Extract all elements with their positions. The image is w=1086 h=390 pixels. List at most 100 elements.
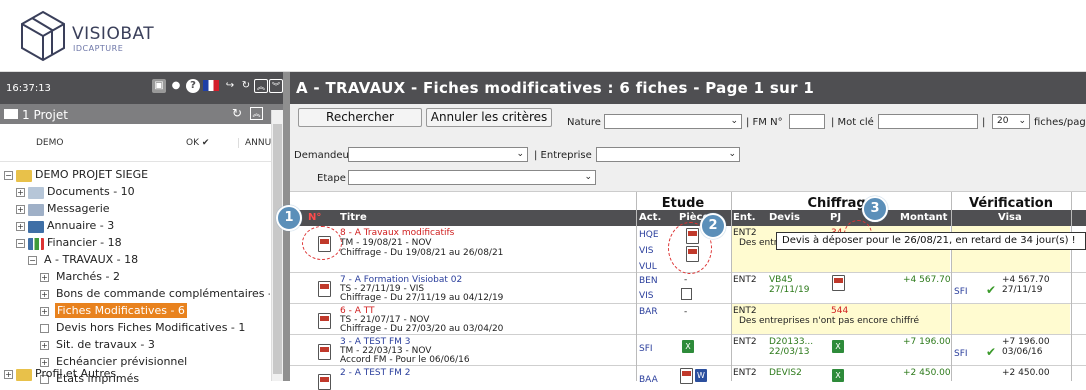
project-count-label: 1 Projet [22,108,68,122]
tooltip: Devis à déposer pour le 26/08/21, en ret… [776,232,1086,250]
per-page-select[interactable]: 20 ⌄ [992,114,1030,129]
scrollbar-thumb[interactable] [273,124,282,374]
sidebar-toolbar: 16:37:13 ▣ ● ? ↪ ↻ ︽ ︾ [0,72,283,104]
pdf-file-icon[interactable] [318,344,331,360]
collapse-up-icon[interactable]: ︽ [250,107,263,120]
tree-item-demo-projet-siege[interactable]: − DEMO PROJET SIEGE [0,167,270,184]
project-bar[interactable]: 1 Projet ↻ ︽ [0,104,283,124]
user-icon[interactable]: ● [169,79,183,93]
pdf-file-icon[interactable] [318,374,331,390]
step-label: Etape [317,173,346,184]
help-icon[interactable]: ? [186,79,200,93]
row-montant: +4 567.70 [903,275,951,285]
tree-item-profil-et-autres[interactable]: + Profil et Autres [0,366,270,383]
col-visa[interactable]: Visa [998,212,1022,223]
row-title[interactable]: 8 - A Travaux modificatifs [340,228,454,238]
visa-user: SFI [954,349,968,359]
fm-number-input[interactable] [789,114,825,129]
tree-item-a-travaux[interactable]: − A - TRAVAUX - 18 [0,252,270,269]
chevron-down-icon: ⌄ [1018,116,1026,126]
tree-item-messagerie[interactable]: + Messagerie [0,201,270,218]
collapse-icon[interactable]: − [4,171,13,180]
keyword-input[interactable] [878,114,978,129]
tree-item-financier[interactable]: − Financier - 18 [0,235,270,252]
folder-icon [28,187,44,199]
step-select[interactable]: ⌄ [348,170,596,185]
brand-subtitle: IDCAPTURE [73,44,124,53]
expand-icon[interactable]: + [40,273,49,282]
sidebar-scrollbar[interactable] [271,110,283,381]
search-button[interactable]: Rechercher [298,108,422,127]
expand-icon[interactable]: + [16,205,25,214]
col-montant[interactable]: Montant [900,212,947,223]
refresh-icon[interactable]: ↻ [239,79,253,93]
row-devis[interactable]: DEVIS2 [769,368,802,378]
tree-label: Annuaire - 3 [47,219,115,232]
project-select[interactable]: DEMO [36,138,63,148]
excel-file-icon[interactable]: X [682,340,694,353]
company-select[interactable]: ⌄ [596,147,740,162]
pdf-file-icon[interactable] [832,275,845,291]
tree-item-devis-hors-fm[interactable]: Devis hors Fiches Modificatives - 1 [0,320,270,337]
col-titre[interactable]: Titre [340,212,367,223]
expand-icon[interactable]: + [40,341,49,350]
col-ent[interactable]: Ent. [733,212,756,223]
visa-amount: +7 196.00 [1002,337,1050,347]
table-row[interactable]: 3 - A TEST FM 3 TM - 22/03/13 - NOV Acco… [290,335,1086,366]
nature-select[interactable]: ⌄ [604,114,742,129]
col-devis[interactable]: Devis [769,212,800,223]
logo-bar: VISIOBAT IDCAPTURE [0,0,1086,72]
table-row[interactable]: 6 - A TT TS - 21/07/17 - NOV Chiffrage -… [290,304,1086,335]
photo-icon[interactable]: ▣ [152,79,166,93]
row-devis[interactable]: D20133... [769,337,813,347]
col-pj[interactable]: PJ [830,212,841,223]
visa-amount: +4 567.70 [1002,275,1050,285]
col-no[interactable]: N° [308,212,321,223]
expand-icon[interactable]: + [40,290,49,299]
row-title[interactable]: 2 - A TEST FM 2 [340,368,411,378]
french-flag-icon[interactable] [203,80,219,91]
tree-item-marches[interactable]: + Marchés - 2 [0,269,270,286]
requester-select[interactable]: ⌄ [348,147,528,162]
tree-item-documents[interactable]: + Documents - 10 [0,184,270,201]
main-panel: A - TRAVAUX - Fiches modificatives : 6 f… [290,72,1086,390]
pdf-file-icon[interactable] [318,281,331,297]
table-row[interactable]: 2 - A TEST FM 2 BAA W ENT2 DEVIS2 X +2 4… [290,366,1086,390]
col-act[interactable]: Act. [639,212,661,223]
tree-label: Marchés - 2 [56,270,120,283]
row-devis[interactable]: VB45 [769,275,793,285]
ok-button[interactable]: OK ✔ [186,138,209,148]
table-row[interactable]: 7 - A Formation Visiobat 02 TS - 27/11/1… [290,273,1086,304]
divider [731,210,732,381]
tree-label: Bons de commande complémentaires - [56,287,270,300]
collapse-down-icon[interactable]: ︾ [269,79,283,93]
word-file-icon[interactable]: W [695,369,707,382]
reset-criteria-button[interactable]: Annuler les critères [426,108,552,127]
notepad-icon[interactable] [681,288,692,300]
visa-date: 27/11/19 [1002,285,1043,295]
excel-file-icon[interactable]: X [832,340,844,353]
collapse-icon[interactable]: − [28,256,37,265]
tree-item-sit-travaux[interactable]: + Sit. de travaux - 3 [0,337,270,354]
excel-file-icon[interactable]: X [832,369,844,382]
refresh-icon[interactable]: ↻ [232,106,242,120]
collapse-icon[interactable]: − [16,239,25,248]
logout-icon[interactable]: ↪ [223,79,237,93]
expand-icon[interactable]: + [16,188,25,197]
tree-item-bons-de-commande[interactable]: + Bons de commande complémentaires - [0,286,270,303]
row-act: VUL [639,262,657,272]
tree-item-annuaire[interactable]: + Annuaire - 3 [0,218,270,235]
row-act: HQE [639,230,659,240]
row-act: BAR [639,307,658,317]
expand-icon[interactable]: + [16,222,25,231]
row-montant: +2 450.00 [903,368,951,378]
expand-icon[interactable]: + [4,370,13,379]
pdf-file-icon[interactable] [318,313,331,329]
expand-icon[interactable]: + [40,307,49,316]
visa-date: 03/06/16 [1002,347,1043,357]
tree-label: Sit. de travaux - 3 [56,338,155,351]
tree-item-fiches-modificatives[interactable]: + Fiches Modificatives - 6 [0,303,270,320]
collapse-up-icon[interactable]: ︽ [254,79,268,93]
pdf-file-icon[interactable] [680,368,693,384]
divider [951,192,952,210]
